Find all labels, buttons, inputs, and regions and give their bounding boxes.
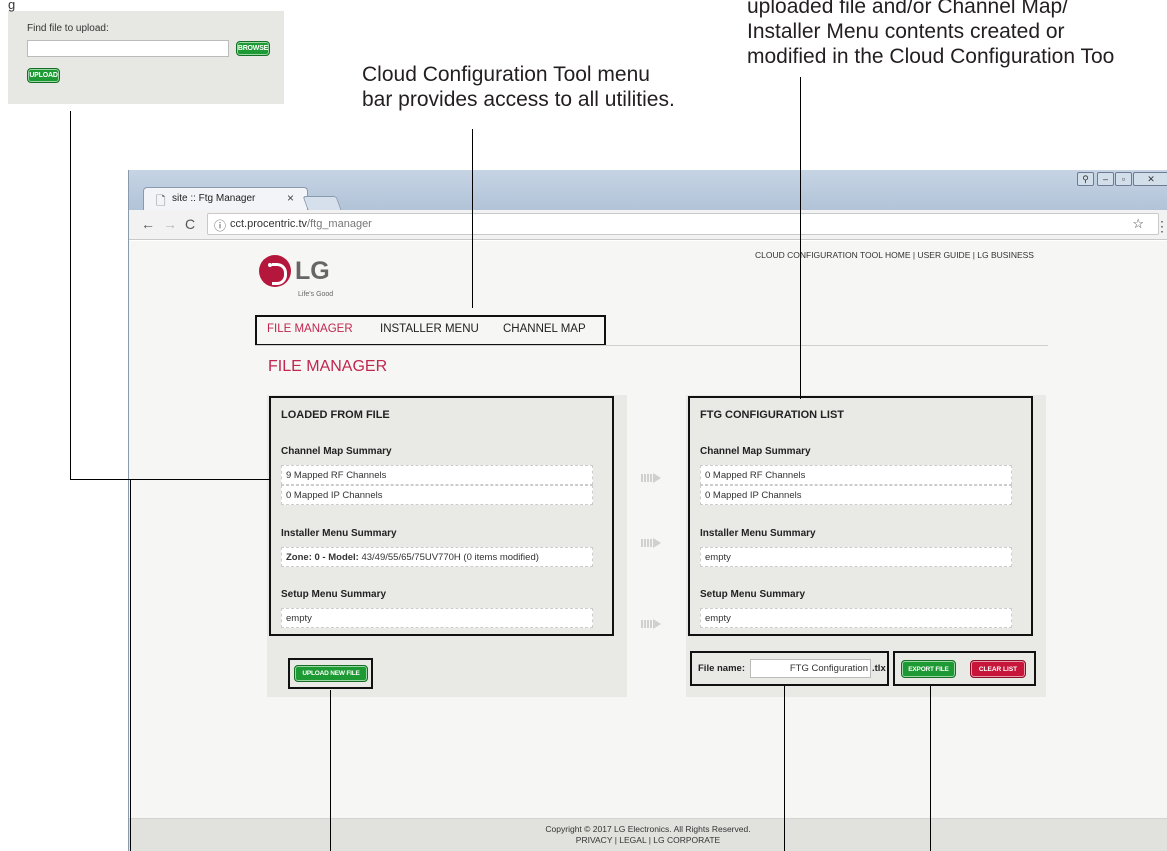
page-content: CLOUD CONFIGURATION TOOL HOME | USER GUI… [129,241,1167,851]
ftg-configuration-list-panel: FTG CONFIGURATION LIST Channel Map Summa… [688,396,1033,636]
callout-leader-line [330,690,331,851]
callout-leader-line [784,686,785,851]
lg-logo-mark [259,255,291,287]
rf-channels-row: 9 Mapped RF Channels [281,465,593,485]
file-name-frame: File name: FTG Configuration .tlx [690,651,889,686]
installer-summary-label: Installer Menu Summary [281,528,397,539]
inset-partial-caption: g [8,0,16,12]
url-path: /ftg_manager [307,218,372,230]
callout-line: modified in the Cloud Configuration Too [747,45,1115,68]
browse-button[interactable]: BROWSE [236,41,270,56]
tab-close-icon[interactable]: × [287,191,294,205]
panel-heading: LOADED FROM FILE [281,409,390,421]
arrow-right-icon [641,538,667,548]
callout-line: bar provides access to all utilities. [362,88,675,111]
info-icon[interactable]: ⓘ [214,217,226,234]
bookmark-star-icon[interactable]: ☆ [1132,216,1144,232]
callout-leader-line [800,77,801,399]
user-icon[interactable]: ⚲ [1077,172,1094,186]
installer-value-row: empty [700,547,1012,567]
main-menu-bar: FILE MANAGER INSTALLER MENU CHANNEL MAP [255,315,606,346]
callout-line: Installer Menu contents created or [747,20,1065,43]
top-links[interactable]: CLOUD CONFIGURATION TOOL HOME | USER GUI… [755,250,1034,260]
footer-links[interactable]: PRIVACY | LEGAL | LG CORPORATE [129,835,1167,845]
ip-channels-row: 0 Mapped IP Channels [281,485,593,505]
nav-installer-menu[interactable]: INSTALLER MENU [380,323,479,335]
installer-zone-row: Zone: 0 - Model: 43/49/55/65/75UV770H (0… [281,547,593,567]
zone-model-label: Zone: 0 - Model: [286,552,359,563]
callout-leader-line [130,479,131,851]
ip-channels-row: 0 Mapped IP Channels [700,485,1012,505]
tab-title: site :: Ftg Manager [172,193,256,204]
upload-button[interactable]: UPLOAD [27,68,60,83]
nav-divider [255,345,1048,346]
lg-logo-text: LG [295,257,330,285]
find-file-label: Find file to upload: [27,23,109,34]
ftg-list-callout: uploaded file and/or Channel Map/ Instal… [747,0,1114,69]
file-path-input[interactable] [27,40,229,57]
lg-logo-tagline: Life's Good [298,291,334,298]
rf-channels-row: 0 Mapped RF Channels [700,465,1012,485]
export-actions-frame: EXPORT FILE CLEAR LIST [893,651,1036,686]
browser-window: 🗋 site :: Ftg Manager × ⚲ – ▫ ✕ ← → C ⓘ … [128,170,1167,851]
setup-summary-label: Setup Menu Summary [281,589,387,600]
nav-channel-map[interactable]: CHANNEL MAP [503,323,586,335]
url-text: cct.procentric.tv/ftg_manager [230,218,372,230]
callout-leader-line [70,479,270,480]
channel-summary-label: Channel Map Summary [700,446,811,457]
callout-leader-line [472,129,473,308]
upload-new-file-button[interactable]: UPLOAD NEW FILE [294,665,368,682]
loaded-from-file-panel: LOADED FROM FILE Channel Map Summary 9 M… [269,396,614,636]
callout-leader-line [930,686,931,851]
reload-icon[interactable]: C [185,216,195,232]
channel-summary-label: Channel Map Summary [281,446,392,457]
browser-toolbar: ← → C ⓘ cct.procentric.tv/ftg_manager ☆ [129,210,1167,240]
lg-logo[interactable]: LG Life's Good [259,255,369,305]
browser-menu-icon[interactable]: ⋮ [1155,218,1167,235]
callout-leader-line [70,111,71,480]
browser-tab[interactable]: 🗋 site :: Ftg Manager × [143,187,308,211]
installer-summary-label: Installer Menu Summary [700,528,816,539]
back-arrow-icon[interactable]: ← [141,216,155,232]
upload-new-file-frame: UPLOAD NEW FILE [288,658,373,689]
minimize-icon[interactable]: – [1097,172,1114,186]
menu-bar-callout: Cloud Configuration Tool menu bar provid… [362,62,675,112]
clear-list-button[interactable]: CLEAR LIST [970,660,1026,678]
copyright-text: Copyright © 2017 LG Electronics. All Rig… [545,824,751,834]
maximize-icon[interactable]: ▫ [1115,172,1132,186]
export-file-button[interactable]: EXPORT FILE [901,660,956,678]
setup-summary-label: Setup Menu Summary [700,589,806,600]
file-extension: .tlx [872,663,886,674]
page-title: FILE MANAGER [268,358,388,375]
forward-arrow-icon[interactable]: → [163,216,177,232]
address-bar[interactable]: ⓘ cct.procentric.tv/ftg_manager ☆ [207,213,1159,235]
nav-file-manager[interactable]: FILE MANAGER [267,323,353,335]
upload-inset-panel: g Find file to upload: BROWSE UPLOAD [8,0,284,104]
new-tab-button[interactable] [302,196,342,210]
arrow-right-icon [641,473,667,483]
callout-line: uploaded file and/or Channel Map/ [747,0,1069,18]
callout-line: Cloud Configuration Tool menu [362,63,650,86]
zone-model-value: 43/49/55/65/75UV770H (0 items modified) [358,552,539,563]
tab-strip: 🗋 site :: Ftg Manager × ⚲ – ▫ ✕ [129,170,1167,211]
file-name-input[interactable]: FTG Configuration [750,659,871,678]
url-host: cct.procentric.tv [230,218,308,230]
page-footer: Copyright © 2017 LG Electronics. All Rig… [129,818,1167,851]
close-window-icon[interactable]: ✕ [1133,172,1167,186]
arrow-right-icon [641,619,667,629]
setup-value-row: empty [700,608,1012,628]
panel-heading: FTG CONFIGURATION LIST [700,409,845,421]
setup-value-row: empty [281,608,593,628]
file-name-label: File name: [698,663,745,674]
